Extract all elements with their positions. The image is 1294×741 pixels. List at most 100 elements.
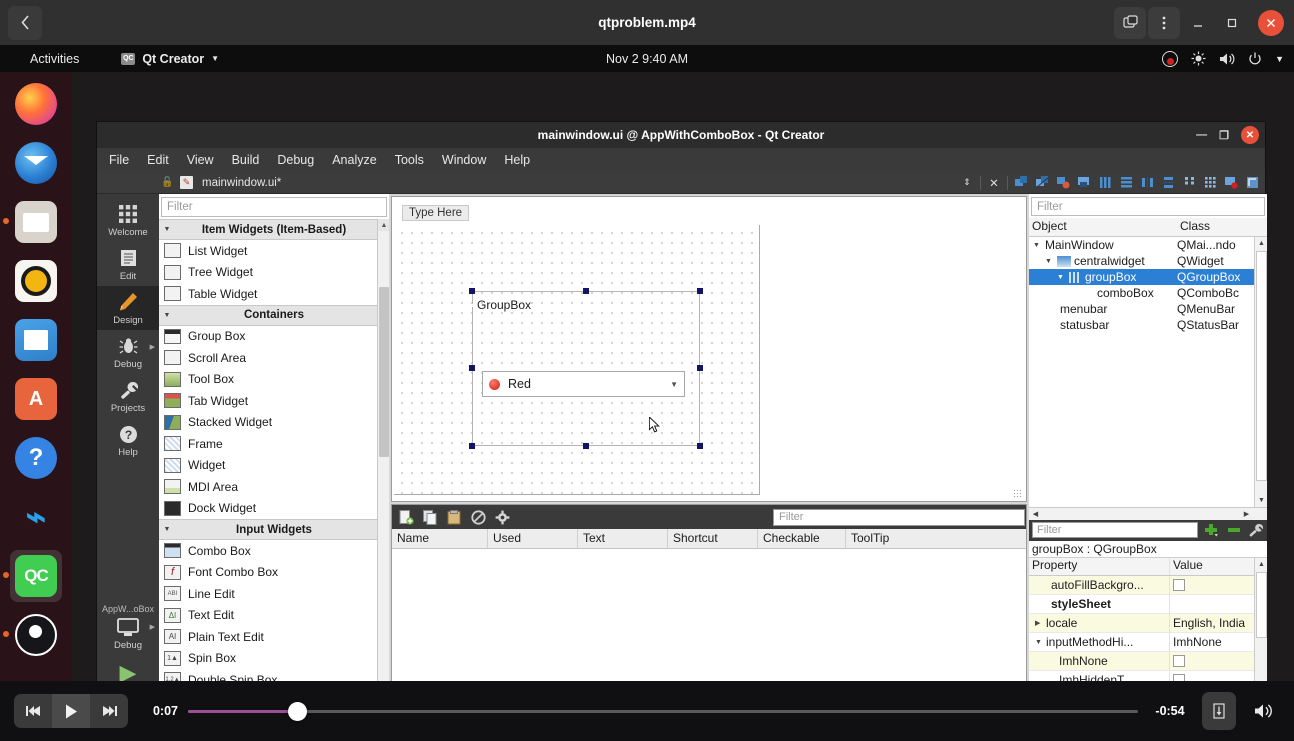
- widget-item-list-widget[interactable]: List Widget: [159, 240, 389, 262]
- menu-view[interactable]: View: [187, 153, 214, 167]
- previous-button[interactable]: [14, 694, 52, 728]
- layout-vertical-icon[interactable]: [1119, 176, 1133, 190]
- column-property[interactable]: Property: [1029, 558, 1169, 575]
- dock-item-libreoffice-writer[interactable]: [10, 314, 62, 366]
- chevron-right-icon[interactable]: ▶: [1035, 619, 1046, 627]
- column-used[interactable]: Used: [488, 529, 578, 548]
- widget-item-scroll-area[interactable]: Scroll Area: [159, 347, 389, 369]
- menu-debug[interactable]: Debug: [277, 153, 314, 167]
- selection-handle[interactable]: [697, 365, 703, 371]
- dock-item-vscode[interactable]: ⌁: [10, 491, 62, 543]
- widget-item-text-edit[interactable]: ΔI Text Edit: [159, 605, 389, 627]
- play-button[interactable]: [52, 694, 90, 728]
- minimize-icon[interactable]: —: [1196, 129, 1207, 141]
- dock-item-rhythmbox[interactable]: [10, 255, 62, 307]
- scrollbar-thumb[interactable]: [379, 287, 389, 457]
- property-editor[interactable]: Property Value autoFillBackgro... styleS…: [1029, 558, 1267, 681]
- table-row[interactable]: ▼ groupBox QGroupBox: [1029, 269, 1267, 286]
- action-table-body[interactable]: [392, 549, 1026, 681]
- open-file-name[interactable]: mainwindow.ui*: [202, 177, 281, 189]
- menu-file[interactable]: File: [109, 153, 129, 167]
- chevron-down-icon[interactable]: ▼: [1035, 639, 1046, 646]
- dock-item-firefox[interactable]: [10, 78, 62, 130]
- scroll-up-icon[interactable]: ▲: [1255, 558, 1268, 571]
- kit-selector[interactable]: ▶ Debug: [97, 614, 159, 655]
- mode-edit[interactable]: Edit: [97, 242, 159, 286]
- widget-item-combo-box[interactable]: Combo Box: [159, 540, 389, 562]
- table-row[interactable]: statusbar QStatusBar: [1029, 317, 1267, 333]
- widget-item-widget[interactable]: Widget: [159, 455, 389, 477]
- dock-item-ubuntu-software[interactable]: [10, 373, 62, 425]
- scrollbar-thumb[interactable]: [1256, 251, 1267, 482]
- selection-handle[interactable]: [583, 443, 589, 449]
- widget-item-tree-widget[interactable]: Tree Widget: [159, 262, 389, 284]
- chevron-down-icon[interactable]: ▼: [1057, 274, 1069, 281]
- menu-window[interactable]: Window: [442, 153, 486, 167]
- selection-handle[interactable]: [469, 288, 475, 294]
- scroll-down-icon[interactable]: ▼: [1255, 494, 1268, 507]
- menu-tools[interactable]: Tools: [395, 153, 424, 167]
- layout-grid-icon[interactable]: [1203, 176, 1217, 190]
- property-value[interactable]: ImhNone: [1169, 632, 1267, 652]
- more-menu-button[interactable]: [1148, 6, 1180, 39]
- menu-build[interactable]: Build: [232, 153, 260, 167]
- property-value[interactable]: [1169, 670, 1267, 681]
- widget-item-tab-widget[interactable]: Tab Widget: [159, 390, 389, 412]
- layout-form-icon[interactable]: [1182, 176, 1196, 190]
- picture-in-picture-button[interactable]: [1114, 6, 1146, 39]
- dock-item-thunderbird[interactable]: [10, 137, 62, 189]
- wrench-icon[interactable]: [1247, 522, 1264, 538]
- seek-track[interactable]: [188, 709, 1138, 713]
- dock-item-obs-studio[interactable]: [3, 609, 62, 661]
- copy-icon[interactable]: [422, 509, 438, 525]
- selection-handle[interactable]: [469, 365, 475, 371]
- mode-design[interactable]: Design: [97, 286, 159, 330]
- selection-handle[interactable]: [697, 443, 703, 449]
- scroll-left-icon[interactable]: ◀: [1029, 508, 1042, 521]
- groupbox-widget[interactable]: [472, 291, 700, 446]
- table-row[interactable]: ▶ locale English, India: [1029, 613, 1267, 634]
- minus-icon[interactable]: [1225, 522, 1242, 538]
- table-row[interactable]: ImhHiddenT...: [1029, 670, 1267, 681]
- plus-icon[interactable]: [1203, 522, 1220, 538]
- minimize-button[interactable]: [1182, 7, 1214, 39]
- column-checkable[interactable]: Checkable: [758, 529, 846, 548]
- property-value[interactable]: [1169, 575, 1267, 595]
- object-inspector-filter[interactable]: Filter: [1031, 197, 1265, 217]
- table-row[interactable]: ImhNone: [1029, 651, 1267, 672]
- selection-handle[interactable]: [469, 443, 475, 449]
- maximize-button[interactable]: [1216, 7, 1248, 39]
- column-value[interactable]: Value: [1169, 558, 1267, 576]
- scroll-up-icon[interactable]: ▲: [378, 219, 389, 231]
- chevron-right-icon[interactable]: ▶: [150, 343, 155, 351]
- seek-bar[interactable]: [188, 694, 1138, 728]
- mode-help[interactable]: ? Help: [97, 418, 159, 462]
- break-layout-icon[interactable]: [1224, 176, 1238, 190]
- dock-item-help[interactable]: [10, 432, 62, 484]
- run-button[interactable]: ▶: [120, 655, 137, 682]
- mode-debug[interactable]: ▶ Debug: [97, 330, 159, 374]
- playlist-button[interactable]: [1202, 692, 1236, 730]
- table-row[interactable]: ▼ centralwidget QWidget: [1029, 253, 1267, 269]
- column-text[interactable]: Text: [578, 529, 668, 548]
- lock-icon[interactable]: 🔓: [161, 176, 174, 189]
- widget-item-group-box[interactable]: Group Box: [159, 326, 389, 348]
- column-class[interactable]: Class: [1177, 218, 1267, 236]
- menu-analyze[interactable]: Analyze: [332, 153, 376, 167]
- seek-handle[interactable]: [288, 701, 308, 721]
- close-icon[interactable]: ✕: [987, 176, 1001, 190]
- property-editor-filter[interactable]: Filter: [1032, 522, 1198, 539]
- layout-horizontal-icon[interactable]: [1098, 176, 1112, 190]
- widget-box-filter[interactable]: Filter: [161, 197, 387, 217]
- column-object[interactable]: Object: [1029, 218, 1177, 236]
- edit-buddies-icon[interactable]: [1056, 176, 1070, 190]
- chevron-right-icon[interactable]: ▶: [150, 623, 155, 631]
- scrollbar-thumb[interactable]: [1256, 572, 1267, 639]
- form-resize-grip[interactable]: [1013, 489, 1022, 498]
- mode-welcome[interactable]: Welcome: [97, 198, 159, 242]
- widget-item-frame[interactable]: Frame: [159, 433, 389, 455]
- adjust-size-icon[interactable]: [1245, 176, 1259, 190]
- action-editor-filter[interactable]: Filter: [773, 508, 1025, 526]
- widget-item-line-edit[interactable]: ABI Line Edit: [159, 583, 389, 605]
- widget-item-tool-box[interactable]: Tool Box: [159, 369, 389, 391]
